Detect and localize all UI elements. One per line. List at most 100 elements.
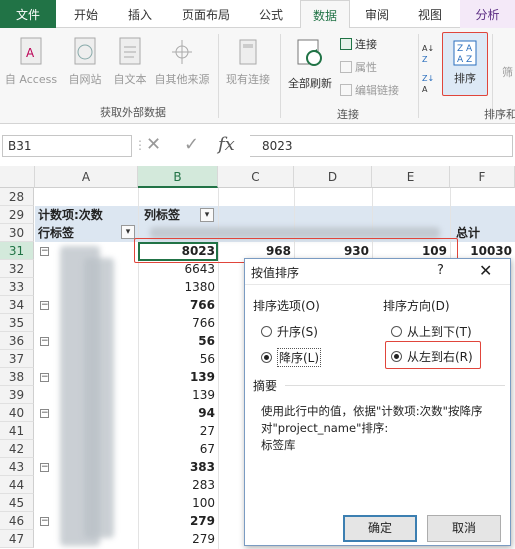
svg-text:A↓: A↓	[422, 44, 434, 53]
row-header[interactable]: 38	[0, 368, 34, 386]
row-filter-dropdown-icon[interactable]: ▾	[121, 225, 135, 239]
sort-descending-button[interactable]: Z↓ A	[422, 72, 438, 97]
row-header[interactable]: 40	[0, 404, 34, 422]
radio-ascending[interactable]: 升序(S)	[261, 323, 318, 340]
cell-b42[interactable]: 67	[138, 440, 218, 458]
cell-b33[interactable]: 1380	[138, 278, 218, 296]
sort-button[interactable]: Z AA Z 排序	[442, 32, 488, 96]
row-header[interactable]: 36	[0, 332, 34, 350]
tab-insert[interactable]: 插入	[114, 0, 166, 28]
cell-b40[interactable]: 94	[138, 404, 218, 422]
row-header[interactable]: 37	[0, 350, 34, 368]
tab-view[interactable]: 视图	[404, 0, 456, 28]
row-header[interactable]: 42	[0, 440, 34, 458]
row-header[interactable]: 35	[0, 314, 34, 332]
row-header[interactable]: 44	[0, 476, 34, 494]
row-header[interactable]: 46	[0, 512, 34, 530]
cell-b46[interactable]: 279	[138, 512, 218, 530]
column-header[interactable]: E	[372, 166, 450, 188]
column-header[interactable]: D	[294, 166, 372, 188]
connections-button[interactable]: 连接	[340, 36, 377, 52]
collapse-icon[interactable]: −	[40, 247, 49, 256]
edit-links-button[interactable]: 编辑链接	[340, 82, 399, 98]
cell-b45[interactable]: 100	[138, 494, 218, 512]
collapse-icon[interactable]: −	[40, 337, 49, 346]
close-icon[interactable]: ✕	[479, 261, 492, 280]
ok-button[interactable]: 确定	[343, 515, 417, 542]
column-filter-dropdown-icon[interactable]: ▾	[200, 208, 214, 222]
blurred-row-labels	[84, 258, 114, 538]
existing-connections-icon	[239, 39, 257, 65]
tab-page-layout[interactable]: 页面布局	[170, 0, 242, 28]
connections-icon	[340, 38, 352, 50]
tab-formulas[interactable]: 公式	[246, 0, 296, 28]
row-header[interactable]: 39	[0, 386, 34, 404]
cell-b41[interactable]: 27	[138, 422, 218, 440]
connections-group-label: 连接	[337, 108, 359, 121]
row-header[interactable]: 41	[0, 422, 34, 440]
cell-b32[interactable]: 6643	[138, 260, 218, 278]
sort-az-icon: A↓ Z	[422, 44, 434, 64]
collapse-icon[interactable]: −	[40, 409, 49, 418]
column-header[interactable]: B	[138, 166, 218, 188]
cell-b39[interactable]: 139	[138, 386, 218, 404]
properties-button[interactable]: 属性	[340, 59, 377, 75]
tab-review[interactable]: 审阅	[352, 0, 402, 28]
sort-direction-label: 排序方向(D)	[383, 299, 450, 313]
from-other-sources-button[interactable]: 自其他来源	[150, 36, 214, 87]
column-header[interactable]: A	[35, 166, 138, 188]
collapse-icon[interactable]: −	[40, 373, 49, 382]
globe-icon	[74, 37, 96, 65]
row-header[interactable]: 32	[0, 260, 34, 278]
collapse-icon[interactable]: −	[40, 301, 49, 310]
existing-connections-button[interactable]: 现有连接	[222, 36, 274, 87]
collapse-icon[interactable]: −	[40, 517, 49, 526]
row-header[interactable]: 33	[0, 278, 34, 296]
radio-descending[interactable]: 降序(L)	[261, 348, 322, 367]
column-header[interactable]: C	[218, 166, 294, 188]
sort-ascending-button[interactable]: A↓ Z	[422, 42, 438, 67]
tab-home[interactable]: 开始	[60, 0, 112, 28]
properties-icon	[340, 61, 352, 73]
from-access-button[interactable]: A 自 Access	[4, 36, 58, 87]
name-box[interactable]: B31	[2, 135, 132, 157]
ribbon-tabbar: 文件 开始 插入 页面布局 公式 数据 审阅 视图 分析	[0, 0, 515, 29]
cell-b43[interactable]: 383	[138, 458, 218, 476]
filter-button[interactable]: 筛	[500, 64, 515, 80]
cancel-button[interactable]: 取消	[427, 515, 501, 542]
from-text-button[interactable]: 自文本	[108, 36, 152, 87]
tab-analyze[interactable]: 分析	[460, 0, 515, 28]
row-header[interactable]: 34	[0, 296, 34, 314]
collapse-icon[interactable]: −	[40, 463, 49, 472]
row-header[interactable]: 31	[0, 242, 34, 260]
function-icon[interactable]: fx	[218, 134, 235, 155]
tab-data[interactable]: 数据	[300, 0, 350, 29]
tab-file[interactable]: 文件	[0, 0, 56, 28]
enter-icon[interactable]: ✓	[184, 134, 199, 155]
cell-b38[interactable]: 139	[138, 368, 218, 386]
cell-b37[interactable]: 56	[138, 350, 218, 368]
refresh-all-button[interactable]: 全部刷新	[284, 36, 336, 91]
row-header[interactable]: 29	[0, 206, 34, 224]
cancel-icon[interactable]: ✕	[146, 134, 161, 155]
formula-input[interactable]: 8023	[250, 135, 513, 157]
cell-b44[interactable]: 283	[138, 476, 218, 494]
refresh-icon	[297, 39, 322, 66]
radio-circle-selected	[261, 352, 272, 363]
select-all-corner[interactable]	[0, 166, 35, 188]
from-web-button[interactable]: 自网站	[62, 36, 108, 87]
radio-top-to-bottom[interactable]: 从上到下(T)	[391, 323, 472, 340]
row-header[interactable]: 45	[0, 494, 34, 512]
row-header[interactable]: 28	[0, 188, 34, 206]
column-header[interactable]: F	[450, 166, 515, 188]
ribbon-separator	[280, 34, 281, 118]
row-header[interactable]: 43	[0, 458, 34, 476]
cell-b47[interactable]: 279	[138, 530, 218, 548]
other-sources-icon	[172, 40, 192, 64]
row-header[interactable]: 47	[0, 530, 34, 548]
help-icon[interactable]: ?	[437, 263, 444, 278]
row-header[interactable]: 30	[0, 224, 34, 242]
cell-b36[interactable]: 56	[138, 332, 218, 350]
cell-b35[interactable]: 766	[138, 314, 218, 332]
cell-b34[interactable]: 766	[138, 296, 218, 314]
